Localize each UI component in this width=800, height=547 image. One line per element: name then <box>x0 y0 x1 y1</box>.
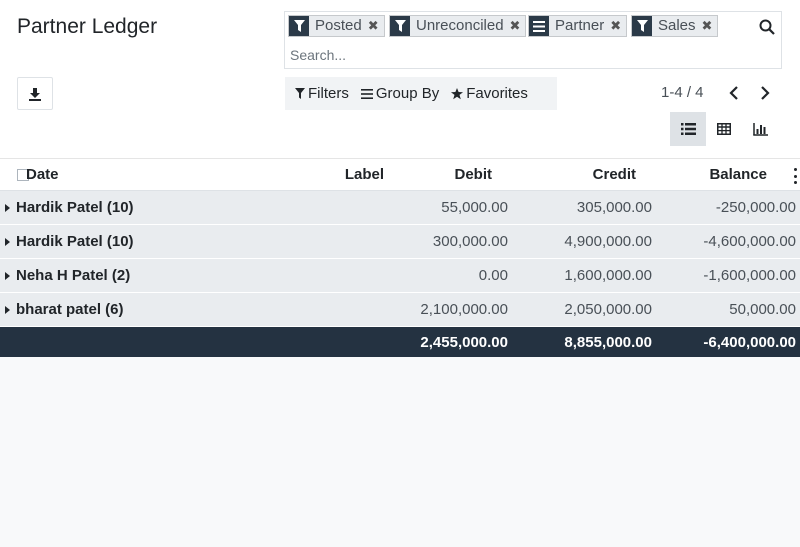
filter-icon <box>390 16 410 36</box>
facet-label: Sales <box>658 17 696 34</box>
filter-icon <box>295 88 305 99</box>
group-name: Hardik Patel (10) <box>16 199 134 216</box>
total-debit: 2,455,000.00 <box>420 333 508 351</box>
table-totals-row: 2,455,000.00 8,855,000.00 -6,400,000.00 <box>0 327 800 357</box>
table-icon <box>717 123 731 135</box>
list-view-button[interactable] <box>670 112 706 146</box>
facet-unreconciled: Unreconciled ✖ <box>389 15 527 37</box>
group-debit: 0.00 <box>478 267 508 284</box>
view-switcher <box>670 112 778 146</box>
download-icon <box>29 87 41 101</box>
bar-chart-icon <box>752 122 768 136</box>
group-credit: 2,050,000.00 <box>564 301 652 318</box>
facet-label: Posted <box>315 17 362 34</box>
facet-label: Unreconciled <box>416 17 504 34</box>
facet-label: Partner <box>555 17 605 34</box>
search-icon[interactable] <box>759 19 775 35</box>
group-credit: 1,600,000.00 <box>564 267 652 284</box>
favorites-label: Favorites <box>466 85 528 102</box>
facet-sales: Sales ✖ <box>631 15 719 37</box>
facet-remove-icon[interactable]: ✖ <box>508 16 526 36</box>
search-bar[interactable]: Posted ✖ Unreconciled ✖ Partner ✖ Sales … <box>284 11 782 69</box>
column-header-balance[interactable]: Balance <box>709 159 767 190</box>
group-debit: 300,000.00 <box>432 233 508 250</box>
page-title: Partner Ledger <box>17 15 158 38</box>
table-header: Date Label Debit Credit Balance <box>0 158 800 191</box>
total-balance: -6,400,000.00 <box>703 333 796 351</box>
download-button[interactable] <box>17 77 53 110</box>
search-input[interactable] <box>290 45 730 65</box>
facet-remove-icon[interactable]: ✖ <box>366 16 384 36</box>
chevron-right-icon[interactable] <box>758 85 772 101</box>
facet-remove-icon[interactable]: ✖ <box>608 16 626 36</box>
filter-icon <box>632 16 652 36</box>
caret-right-icon <box>5 271 10 280</box>
filters-button[interactable]: Filters <box>295 85 349 102</box>
group-by-button[interactable]: Group By <box>360 85 440 102</box>
group-debit: 55,000.00 <box>441 199 508 216</box>
group-credit: 305,000.00 <box>576 199 652 216</box>
filter-icon <box>289 16 309 36</box>
group-name: Hardik Patel (10) <box>16 233 134 250</box>
graph-view-button[interactable] <box>742 112 778 146</box>
optional-columns-icon[interactable] <box>792 168 798 184</box>
column-header-date[interactable]: Date <box>26 159 59 190</box>
caret-right-icon <box>5 203 10 212</box>
group-by-icon <box>360 88 373 99</box>
table-group-row[interactable]: Neha H Patel (2) 0.00 1,600,000.00 -1,60… <box>0 259 800 293</box>
caret-right-icon <box>5 305 10 314</box>
star-icon <box>451 87 464 99</box>
table-group-row[interactable]: Hardik Patel (10) 300,000.00 4,900,000.0… <box>0 225 800 259</box>
filters-label: Filters <box>308 85 349 102</box>
table-group-row[interactable]: bharat patel (6) 2,100,000.00 2,050,000.… <box>0 293 800 327</box>
pager-value[interactable]: 1-4 / 4 <box>661 84 704 101</box>
group-by-icon <box>529 16 549 36</box>
group-by-label: Group By <box>375 85 440 102</box>
group-name: Neha H Patel (2) <box>16 267 131 284</box>
group-debit: 2,100,000.00 <box>420 301 508 318</box>
pivot-view-button[interactable] <box>706 112 742 146</box>
facet-remove-icon[interactable]: ✖ <box>700 16 718 36</box>
group-credit: 4,900,000.00 <box>564 233 652 250</box>
search-options-toolbar: Filters Group By Favorites <box>285 77 557 110</box>
control-panel: Partner Ledger Posted ✖ Unreconciled ✖ P… <box>0 0 800 158</box>
caret-right-icon <box>5 237 10 246</box>
column-header-label[interactable]: Label <box>345 159 384 190</box>
favorites-button[interactable]: Favorites <box>451 85 528 102</box>
group-name: bharat patel (6) <box>16 301 124 318</box>
chevron-left-icon[interactable] <box>727 85 741 101</box>
facet-posted: Posted ✖ <box>288 15 385 37</box>
group-balance: -1,600,000.00 <box>703 267 796 284</box>
group-balance: -250,000.00 <box>715 199 796 216</box>
group-balance: 50,000.00 <box>729 301 796 318</box>
column-header-credit[interactable]: Credit <box>593 159 636 190</box>
facet-partner: Partner ✖ <box>528 15 628 37</box>
table-group-row[interactable]: Hardik Patel (10) 55,000.00 305,000.00 -… <box>0 191 800 225</box>
partner-ledger-table: Date Label Debit Credit Balance Hardik P… <box>0 158 800 357</box>
total-credit: 8,855,000.00 <box>564 333 652 351</box>
list-icon <box>680 123 696 135</box>
group-balance: -4,600,000.00 <box>703 233 796 250</box>
column-header-debit[interactable]: Debit <box>455 159 493 190</box>
